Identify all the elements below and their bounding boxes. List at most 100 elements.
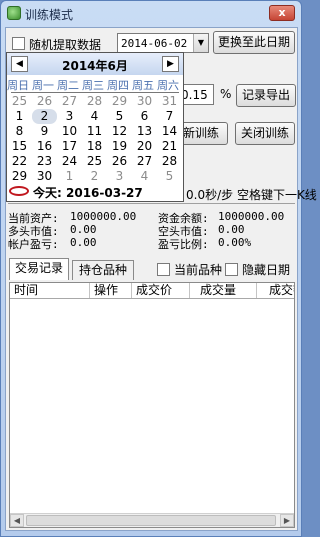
current-assets-value: 1000000.00 — [70, 210, 137, 223]
calendar-month-title[interactable]: 2014年6月 — [37, 57, 153, 74]
calendar-day[interactable]: 24 — [57, 154, 82, 169]
current-symbol-label: 当前品种 — [174, 263, 223, 277]
random-data-label: 随机提取数据 — [29, 38, 102, 52]
calendar-day[interactable]: 9 — [32, 124, 57, 139]
calendar-day[interactable]: 27 — [132, 154, 157, 169]
column-header[interactable]: 操作 — [90, 283, 132, 298]
pnl-value: 0.00 — [70, 236, 97, 249]
close-button[interactable]: x — [269, 5, 295, 21]
short-value-value: 0.00 — [218, 223, 245, 236]
close-training-button[interactable]: 关闭训练 — [235, 122, 295, 145]
calendar-day[interactable]: 3 — [107, 169, 132, 184]
chevron-down-icon[interactable]: ▼ — [193, 34, 208, 52]
calendar-day[interactable]: 6 — [132, 109, 157, 124]
app-icon — [7, 6, 21, 20]
next-month-icon[interactable]: ▶ — [162, 56, 179, 72]
calendar-day[interactable]: 30 — [32, 169, 57, 184]
weekday-header: 周日 周一 周二 周三 周四 周五 周六 — [7, 77, 183, 91]
calendar-day[interactable]: 29 — [107, 94, 132, 109]
calendar-day[interactable]: 26 — [107, 154, 132, 169]
calendar-day[interactable]: 22 — [7, 154, 32, 169]
prev-month-icon[interactable]: ◀ — [11, 56, 28, 72]
calendar-week-row: 29 30 1 2 3 4 5 — [7, 169, 183, 184]
scrollbar-thumb[interactable] — [26, 515, 276, 526]
calendar-header: ◀ 2014年6月 ▶ — [7, 53, 183, 75]
calendar-day[interactable]: 16 — [32, 139, 57, 154]
calendar-day[interactable]: 2 — [82, 169, 107, 184]
calendar-day[interactable]: 31 — [157, 94, 182, 109]
pnl-ratio-label: 盈亏比例: — [158, 238, 209, 251]
calendar-week-row: 15 16 17 18 19 20 21 — [7, 139, 183, 154]
calendar-week-row: 22 23 24 25 26 27 28 — [7, 154, 183, 169]
calendar-day[interactable]: 17 — [57, 139, 82, 154]
percent-value: 0.15 — [181, 88, 208, 102]
calendar-day[interactable]: 18 — [82, 139, 107, 154]
weekday-label: 周六 — [157, 79, 179, 91]
calendar-day-grid: 25 26 27 28 29 30 31 1 2 3 4 5 6 7 8 9 10 11 12 13 14 15 16 17 1… — [7, 94, 183, 184]
calendar-day[interactable]: 2 — [32, 109, 57, 124]
calendar-day[interactable]: 3 — [57, 109, 82, 124]
calendar-day[interactable]: 12 — [107, 124, 132, 139]
pnl-label: 帐户盈亏: — [8, 238, 59, 251]
change-date-button[interactable]: 更换至此日期 — [213, 31, 295, 54]
column-header[interactable]: 时间 — [10, 283, 90, 298]
calendar-day[interactable]: 8 — [7, 124, 32, 139]
calendar-day[interactable]: 28 — [82, 94, 107, 109]
today-marker-icon — [9, 186, 29, 196]
scroll-right-icon[interactable]: ▶ — [280, 514, 294, 527]
calendar-day[interactable]: 21 — [157, 139, 182, 154]
weekday-label: 周二 — [57, 79, 79, 91]
calendar-day[interactable]: 1 — [7, 109, 32, 124]
calendar-day[interactable]: 25 — [82, 154, 107, 169]
calendar-day[interactable]: 10 — [57, 124, 82, 139]
tab-positions[interactable]: 持仓品种 — [72, 260, 134, 280]
column-header[interactable]: 成交价 — [132, 283, 190, 298]
calendar-popup[interactable]: ◀ 2014年6月 ▶ 周日 周一 周二 周三 周四 周五 周六 25 26 27 2… — [6, 52, 184, 202]
calendar-today[interactable]: 今天: 2016-03-27 — [9, 183, 181, 200]
calendar-day[interactable]: 15 — [7, 139, 32, 154]
calendar-day[interactable]: 7 — [157, 109, 182, 124]
training-mode-window: 训练模式 x 随机提取数据 2014-06-02 ▼ 更换至此日期 0.15 %… — [0, 0, 317, 537]
calendar-day[interactable]: 5 — [107, 109, 132, 124]
scroll-left-icon[interactable]: ◀ — [10, 514, 24, 527]
horizontal-scrollbar[interactable]: ◀ ▶ — [10, 513, 294, 527]
hide-date-checkbox[interactable] — [225, 263, 238, 276]
calendar-day[interactable]: 1 — [57, 169, 82, 184]
hide-date-label: 隐藏日期 — [242, 263, 291, 277]
calendar-day[interactable]: 4 — [82, 109, 107, 124]
divider — [8, 203, 295, 204]
today-label: 今天: 2016-03-27 — [33, 186, 143, 200]
calendar-week-row: 25 26 27 28 29 30 31 — [7, 94, 183, 109]
calendar-day[interactable]: 27 — [57, 94, 82, 109]
weekday-label: 周四 — [107, 79, 129, 91]
calendar-day[interactable]: 23 — [32, 154, 57, 169]
cash-balance-value: 1000000.00 — [218, 210, 285, 223]
date-picker[interactable]: 2014-06-02 ▼ — [117, 33, 209, 53]
table-header: 时间 操作 成交价 成交量 成交额 — [10, 283, 294, 299]
calendar-day[interactable]: 28 — [157, 154, 182, 169]
calendar-day[interactable]: 30 — [132, 94, 157, 109]
calendar-day[interactable]: 13 — [132, 124, 157, 139]
column-header[interactable]: 成交额 — [257, 283, 294, 298]
calendar-day[interactable]: 29 — [7, 169, 32, 184]
calendar-day[interactable]: 5 — [157, 169, 182, 184]
weekday-label: 周日 — [7, 79, 29, 91]
date-value: 2014-06-02 — [121, 37, 188, 50]
random-data-checkbox[interactable] — [12, 37, 25, 50]
calendar-day[interactable]: 25 — [7, 94, 32, 109]
tab-trade-records[interactable]: 交易记录 — [9, 258, 69, 280]
calendar-day[interactable]: 14 — [157, 124, 182, 139]
export-records-button[interactable]: 记录导出 — [236, 84, 296, 107]
title-bar[interactable]: 训练模式 x — [1, 1, 301, 25]
pnl-ratio-value: 0.00% — [218, 236, 252, 249]
calendar-day[interactable]: 26 — [32, 94, 57, 109]
calendar-day[interactable]: 4 — [132, 169, 157, 184]
trade-records-table[interactable]: 时间 操作 成交价 成交量 成交额 ◀ ▶ — [9, 282, 295, 528]
column-header[interactable]: 成交量 — [190, 283, 257, 298]
calendar-day[interactable]: 19 — [107, 139, 132, 154]
calendar-day[interactable]: 20 — [132, 139, 157, 154]
calendar-week-row: 8 9 10 11 12 13 14 — [7, 124, 183, 139]
current-symbol-checkbox[interactable] — [157, 263, 170, 276]
calendar-day[interactable]: 11 — [82, 124, 107, 139]
account-stats: 当前资产: 1000000.00 资金余额: 1000000.00 多头市值: … — [6, 208, 297, 251]
